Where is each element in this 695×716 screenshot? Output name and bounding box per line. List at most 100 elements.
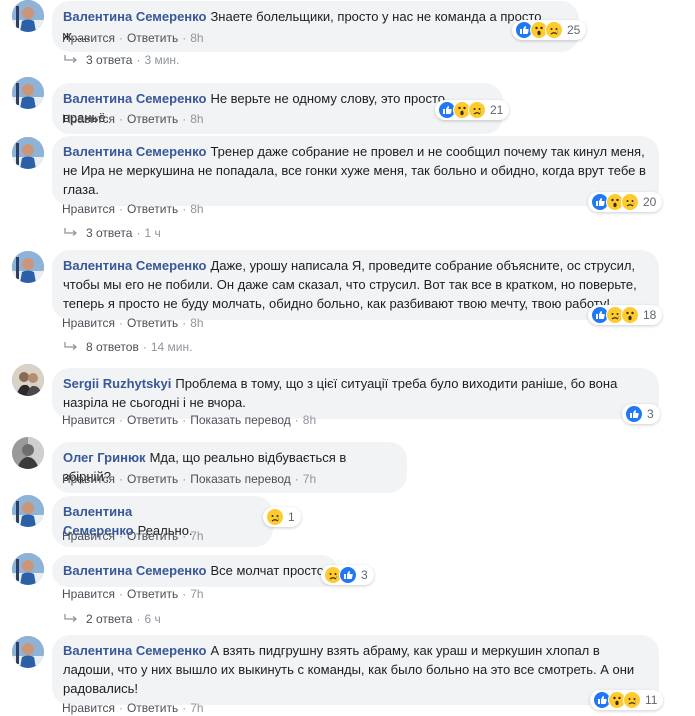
avatar[interactable] <box>12 636 44 668</box>
reply-time: 14 мин. <box>150 340 193 354</box>
separator: · <box>294 472 299 486</box>
reply-arrow-icon <box>64 614 78 622</box>
view-replies-link[interactable]: 3 ответа · 1 ч <box>64 226 161 240</box>
timestamp[interactable]: 8h <box>190 31 203 45</box>
comment-actions: Нравится · Ответить · 8h <box>62 30 204 46</box>
separator: · <box>182 316 187 330</box>
reply-time: 3 мин. <box>144 53 180 67</box>
view-replies-link[interactable]: 8 ответов · 14 мин. <box>64 340 192 354</box>
timestamp[interactable]: 8h <box>190 202 203 216</box>
comment-author[interactable]: Валентина Семеренко <box>63 9 206 24</box>
like-button[interactable]: Нравится <box>62 413 115 427</box>
reply-button[interactable]: Ответить <box>127 316 178 330</box>
like-button[interactable]: Нравится <box>62 701 115 715</box>
comment-author[interactable]: Валентина Семеренко <box>63 144 206 159</box>
comment-bubble: Валентина Семеренко Все молчат просто <box>52 555 338 587</box>
avatar[interactable] <box>12 77 44 109</box>
comment-author[interactable]: Валентина Семеренко <box>63 91 206 106</box>
reaction-count: 3 <box>361 568 368 582</box>
reaction-summary[interactable]: 20 <box>588 192 663 212</box>
like-button[interactable]: Нравится <box>62 587 115 601</box>
reply-button[interactable]: Ответить <box>127 31 178 45</box>
separator: · <box>118 202 123 216</box>
reaction-count: 3 <box>647 407 654 421</box>
separator: · <box>118 587 123 601</box>
reaction-summary[interactable]: 25 <box>512 20 587 40</box>
reaction-summary[interactable]: 1 <box>263 507 301 527</box>
like-button[interactable]: Нравится <box>62 31 115 45</box>
reaction-summary[interactable]: 11 <box>590 690 664 710</box>
reply-arrow-icon <box>64 228 78 236</box>
timestamp[interactable]: 7h <box>190 587 203 601</box>
reaction-summary[interactable]: 21 <box>435 100 510 120</box>
comment-actions: Нравится · Ответить · 8h <box>62 315 204 331</box>
reply-time: 1 ч <box>144 226 161 240</box>
reply-button[interactable]: Ответить <box>127 529 178 543</box>
separator: · <box>182 112 187 126</box>
separator: · <box>142 340 147 354</box>
like-button[interactable]: Нравится <box>62 112 115 126</box>
comment-bubble: Валентина Семеренко А взять пидгрушну взя… <box>52 635 659 705</box>
sad-reaction-icon <box>623 691 641 709</box>
avatar[interactable] <box>12 137 44 169</box>
reply-count[interactable]: 8 ответов <box>86 340 139 354</box>
separator: · <box>182 587 187 601</box>
reply-button[interactable]: Ответить <box>127 112 178 126</box>
reply-button[interactable]: Ответить <box>127 413 178 427</box>
reaction-count: 20 <box>643 195 657 209</box>
reaction-summary[interactable]: 18 <box>588 305 663 325</box>
reply-count[interactable]: 2 ответа <box>86 612 132 626</box>
avatar[interactable] <box>12 437 44 469</box>
separator: · <box>182 31 187 45</box>
reply-count[interactable]: 3 ответа <box>86 53 132 67</box>
reaction-count: 11 <box>645 693 658 707</box>
avatar[interactable] <box>12 553 44 585</box>
reply-button[interactable]: Ответить <box>127 472 178 486</box>
view-replies-link[interactable]: 2 ответа · 6 ч <box>64 612 161 626</box>
separator: · <box>118 413 123 427</box>
like-reaction-icon <box>339 566 357 584</box>
comment-text: Все молчат просто <box>210 563 324 578</box>
timestamp[interactable]: 7h <box>190 701 203 715</box>
avatar[interactable] <box>12 364 44 396</box>
timestamp[interactable]: 7h <box>190 529 203 543</box>
wow-reaction-icon <box>621 306 639 324</box>
comment-actions: Нравится · Ответить · Показать перевод · 7h <box>62 471 316 487</box>
reply-button[interactable]: Ответить <box>127 587 178 601</box>
sad-reaction-icon <box>621 193 639 211</box>
timestamp[interactable]: 8h <box>190 112 203 126</box>
avatar[interactable] <box>12 495 44 527</box>
comment-author[interactable]: Валентина Семеренко <box>63 563 206 578</box>
sad-reaction-icon <box>266 508 284 526</box>
comment-actions: Нравится · Ответить · 7h <box>62 528 204 544</box>
reaction-summary[interactable]: 3 <box>321 565 374 585</box>
avatar[interactable] <box>12 251 44 283</box>
like-button[interactable]: Нравится <box>62 316 115 330</box>
avatar[interactable] <box>12 0 44 32</box>
reply-button[interactable]: Ответить <box>127 202 178 216</box>
reply-button[interactable]: Ответить <box>127 701 178 715</box>
timestamp[interactable]: 8h <box>303 413 316 427</box>
separator: · <box>118 112 123 126</box>
comment-bubble: Валентина Семеренко Тренер даже собрание … <box>52 136 659 206</box>
view-replies-link[interactable]: 3 ответа · 3 мин. <box>64 53 179 67</box>
comment-author[interactable]: Sergii Ruzhytskyi <box>63 376 171 391</box>
reaction-summary[interactable]: 3 <box>622 404 660 424</box>
comment-author[interactable]: Валентина Семеренко <box>63 643 206 658</box>
translate-button[interactable]: Показать перевод <box>190 472 291 486</box>
like-reaction-icon <box>625 405 643 423</box>
separator: · <box>118 701 123 715</box>
timestamp[interactable]: 8h <box>190 316 203 330</box>
comment-author[interactable]: Олег Гринюк <box>63 450 146 465</box>
translate-button[interactable]: Показать перевод <box>190 413 291 427</box>
separator: · <box>118 316 123 330</box>
like-button[interactable]: Нравится <box>62 472 115 486</box>
like-button[interactable]: Нравится <box>62 529 115 543</box>
timestamp[interactable]: 7h <box>303 472 316 486</box>
separator: · <box>182 472 187 486</box>
reaction-count: 18 <box>643 308 657 322</box>
reply-arrow-icon <box>64 55 78 63</box>
comment-author[interactable]: Валентина Семеренко <box>63 258 206 273</box>
like-button[interactable]: Нравится <box>62 202 115 216</box>
reply-count[interactable]: 3 ответа <box>86 226 132 240</box>
